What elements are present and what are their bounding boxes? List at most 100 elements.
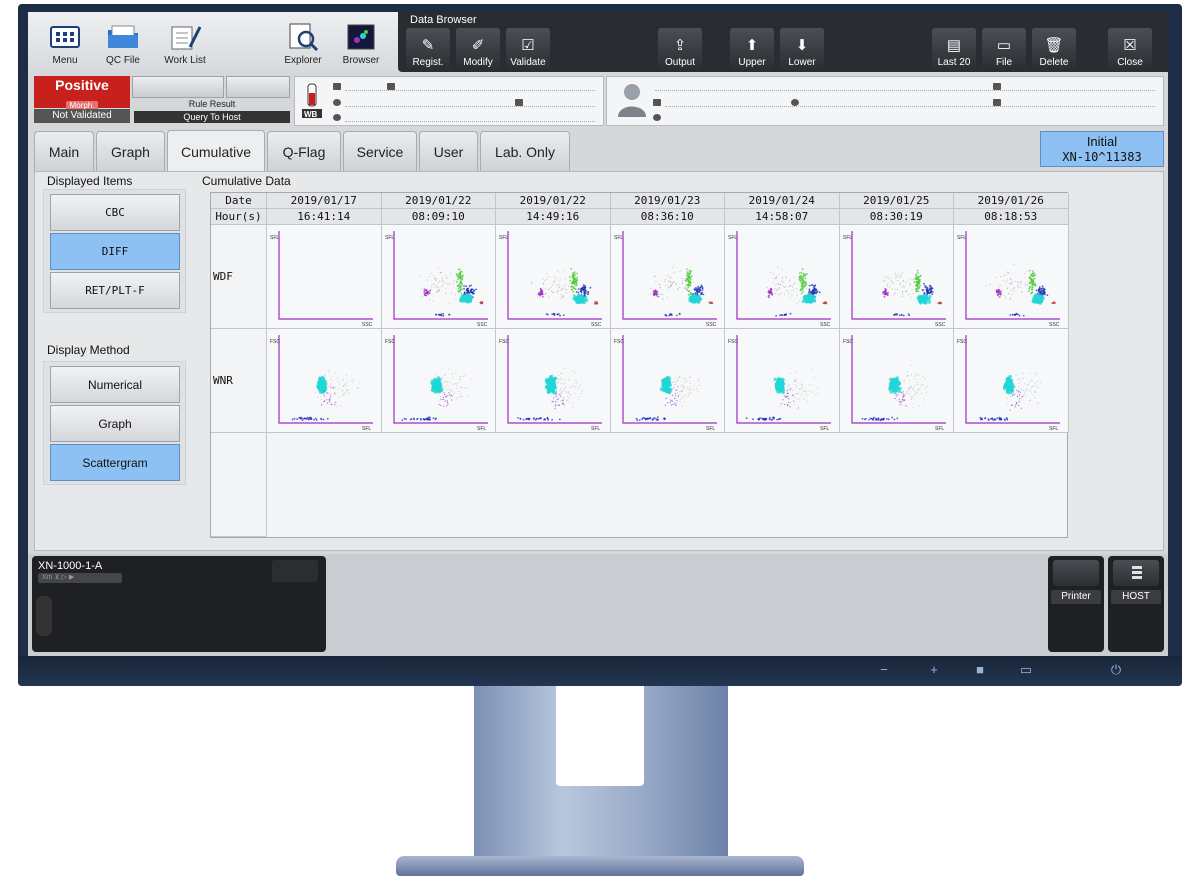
display-method-graph[interactable]: Graph [50, 405, 180, 442]
bezel-plus-button[interactable]: + [926, 662, 942, 677]
row-label-wnr: WNR [211, 329, 267, 433]
scattergram-wnr[interactable]: FSC SFL [725, 329, 840, 433]
time-cell: 14:58:07 [725, 209, 840, 225]
delete-icon: 🗑 [1044, 37, 1064, 54]
close-label: Close [1117, 57, 1143, 68]
modify-button[interactable]: ✐ Modify [456, 28, 500, 70]
printer-device[interactable]: Printer [1048, 556, 1104, 652]
svg-text:SSC: SSC [477, 322, 488, 328]
menu-button[interactable]: Menu [32, 16, 98, 70]
scattergram-plot: SFL SSC [270, 231, 373, 328]
svg-text:FSC: FSC [957, 339, 967, 345]
query-to-host-button[interactable]: Query To Host [134, 111, 290, 123]
date-cell: 2019/01/17 [267, 193, 382, 209]
validate-label: Validate [510, 57, 546, 68]
displayed-item-cbc[interactable]: CBC [50, 194, 180, 231]
explorer-button[interactable]: Explorer [270, 16, 336, 70]
scattergram-plot: SFL SSC [957, 231, 1060, 328]
browser-label: Browser [342, 55, 380, 66]
last-20-icon: ▤ [946, 37, 962, 54]
displayed-item-ret-plt-f[interactable]: RET/PLT-F [50, 272, 180, 309]
wb-label: WB [304, 110, 318, 119]
upper-button[interactable]: ⬆ Upper [730, 28, 774, 70]
lower-button[interactable]: ⬇ Lower [780, 28, 824, 70]
bezel-minus-button[interactable]: − [876, 662, 892, 677]
scattergram-wnr[interactable]: FSC SFL [496, 329, 611, 433]
svg-text:SSC: SSC [935, 322, 946, 328]
scattergram-wnr[interactable]: FSC SFL [267, 329, 382, 433]
display-method-group: Numerical Graph Scattergram [43, 361, 186, 485]
close-button[interactable]: ☒ Close [1108, 28, 1152, 70]
tab-cumulative[interactable]: Cumulative [167, 130, 265, 172]
sample-info-panel: WB [294, 76, 604, 126]
output-button[interactable]: ⇪ Output [658, 28, 702, 70]
scattergram-wdf[interactable]: SFL SSC [954, 225, 1069, 329]
qc-file-button[interactable]: QC File [90, 16, 156, 70]
date-header: Date [211, 193, 267, 209]
tab-user[interactable]: User [419, 131, 478, 171]
patient-id-icon [653, 99, 661, 106]
svg-text:SFL: SFL [270, 235, 279, 241]
display-method-numerical[interactable]: Numerical [50, 366, 180, 403]
scattergram-wnr[interactable]: FSC SFL [954, 329, 1069, 433]
svg-text:SFL: SFL [499, 235, 508, 241]
scattergram-wdf[interactable]: SFL SSC [839, 225, 954, 329]
scattergram-wnr[interactable]: FSC SFL [381, 329, 496, 433]
work-list-button[interactable]: Work List [152, 16, 218, 70]
tab-service[interactable]: Service [343, 131, 417, 171]
cumulative-data-title: Cumulative Data [202, 174, 291, 188]
svg-text:SFL: SFL [935, 426, 944, 432]
time-cell: 08:36:10 [610, 209, 725, 225]
host-device[interactable]: HOST [1108, 556, 1164, 652]
scattergram-plot: FSC SFL [270, 335, 373, 432]
file-button[interactable]: ▭ File [982, 28, 1026, 70]
scattergram-wdf[interactable]: SFL SSC [267, 225, 382, 329]
scattergram-wdf[interactable]: SFL SSC [381, 225, 496, 329]
upper-label: Upper [738, 57, 766, 68]
tab-lab-only[interactable]: Lab. Only [480, 131, 570, 171]
time-cell: 08:09:10 [381, 209, 496, 225]
delete-button[interactable]: 🗑 Delete [1032, 28, 1076, 70]
tab-main[interactable]: Main [34, 131, 94, 171]
last-20-label: Last 20 [937, 57, 971, 68]
bezel-stop-button[interactable]: ■ [972, 662, 988, 677]
displayed-item-diff[interactable]: DIFF [50, 233, 180, 270]
printer-icon [1053, 560, 1099, 586]
file-icon: ▭ [996, 37, 1012, 54]
main-toolbar: Menu QC File Work List Explorer Browser [28, 12, 1168, 72]
browser-button[interactable]: Browser [328, 16, 394, 70]
analyzer-name: XN-1000-1-A [38, 560, 103, 572]
initial-sample-box[interactable]: Initial XN-10^11383 [1040, 131, 1164, 167]
comment-icon [333, 114, 341, 121]
scattergram-wnr[interactable]: FSC SFL [839, 329, 954, 433]
svg-text:SFL: SFL [843, 235, 852, 241]
scattergram-wdf[interactable]: SFL SSC [725, 225, 840, 329]
patient-comment-icon [653, 114, 661, 121]
scattergram-wdf[interactable]: SFL SSC [610, 225, 725, 329]
last-20-button[interactable]: ▤ Last 20 [932, 28, 976, 70]
patient-info-panel [606, 76, 1164, 126]
tab-graph[interactable]: Graph [96, 131, 165, 171]
tab-q-flag[interactable]: Q-Flag [267, 131, 341, 171]
bezel-power-button[interactable]: ⏻ [1108, 662, 1124, 678]
regist-button[interactable]: ✎ Regist. [406, 28, 450, 70]
validate-icon: ☑ [521, 37, 535, 54]
validate-button[interactable]: ☑ Validate [506, 28, 550, 70]
screen: Menu QC File Work List Explorer Browser [28, 12, 1168, 656]
display-method-scattergram[interactable]: Scattergram [50, 444, 180, 481]
scattergram-wnr[interactable]: FSC SFL [610, 329, 725, 433]
work-list-label: Work List [164, 55, 206, 66]
scattergram-plot: SFL SSC [385, 231, 488, 328]
clipboard-pen-icon [168, 23, 202, 51]
clock-icon [333, 99, 341, 106]
bezel-input-button[interactable]: ▭ [1018, 662, 1034, 678]
analyzer-panel[interactable]: XN-1000-1-A Xm ⊻ ▷ ▶ [32, 556, 326, 652]
analyzer-button[interactable] [272, 560, 318, 582]
scattergram-wdf[interactable]: SFL SSC [496, 225, 611, 329]
svg-text:SFL: SFL [957, 235, 966, 241]
menu-label: Menu [52, 55, 78, 66]
file-label: File [995, 57, 1013, 68]
scattergram-plot: FSC SFL [728, 335, 831, 432]
svg-text:SFL: SFL [1049, 426, 1058, 432]
date-cell: 2019/01/25 [839, 193, 954, 209]
